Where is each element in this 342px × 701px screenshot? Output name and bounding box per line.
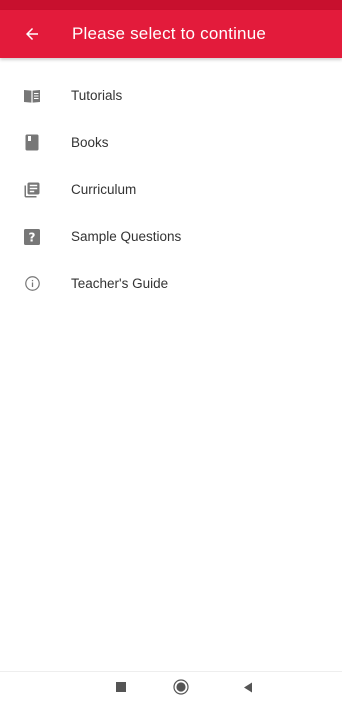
menu-item-curriculum[interactable]: Curriculum — [0, 166, 342, 213]
library-books-icon — [22, 180, 42, 200]
page-title: Please select to continue — [72, 24, 267, 43]
recents-button[interactable] — [110, 676, 132, 698]
menu-item-label: Sample Questions — [71, 229, 182, 244]
system-nav-bar — [0, 671, 342, 701]
menu-item-teachers-guide[interactable]: Teacher's Guide — [0, 260, 342, 307]
menu-item-sample-questions[interactable]: ? Sample Questions — [0, 213, 342, 260]
info-circle-icon — [22, 274, 42, 294]
question-mark-box-icon: ? — [22, 227, 42, 247]
menu-item-label: Books — [71, 135, 109, 150]
back-button[interactable] — [8, 10, 56, 58]
menu-item-label: Curriculum — [71, 182, 137, 197]
arrow-left-icon — [26, 28, 38, 40]
home-circle-icon — [173, 679, 189, 695]
menu-item-label: Teacher's Guide — [71, 276, 169, 291]
menu-list: Tutorials Books Curriculum ? Sample Ques… — [0, 72, 342, 307]
back-triangle-icon — [244, 682, 252, 692]
menu-item-tutorials[interactable]: Tutorials — [0, 72, 342, 119]
status-bar — [0, 0, 342, 10]
nav-back-button[interactable] — [237, 676, 259, 698]
book-icon — [22, 133, 42, 153]
menu-item-label: Tutorials — [71, 88, 123, 103]
menu-item-books[interactable]: Books — [0, 119, 342, 166]
open-book-icon — [22, 86, 42, 106]
home-button[interactable] — [170, 676, 192, 698]
svg-text:?: ? — [29, 230, 36, 244]
app-bar: Please select to continue — [0, 10, 342, 58]
recents-square-icon — [116, 682, 126, 692]
